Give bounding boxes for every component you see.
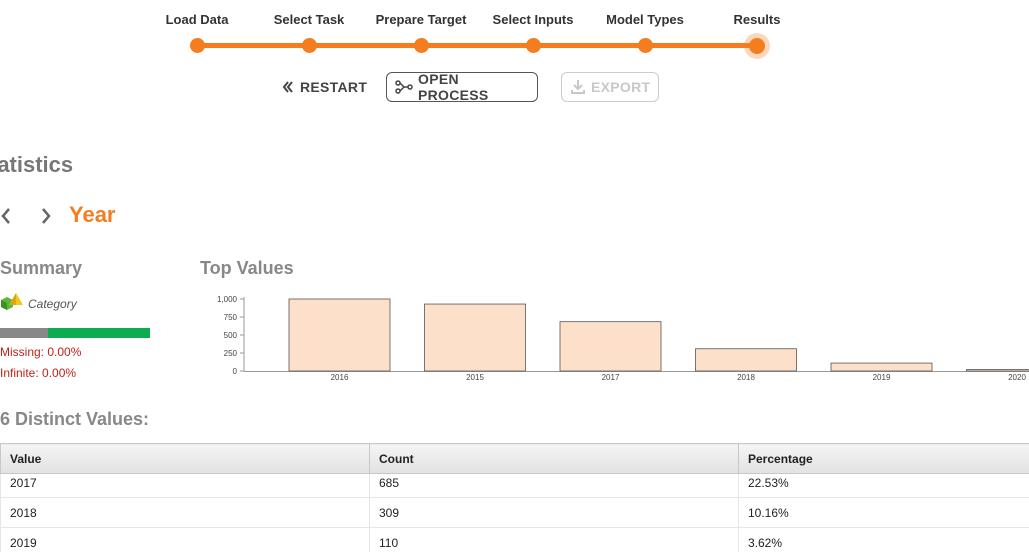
x-tick-label-2020: 2020	[1008, 373, 1026, 382]
top-values-title: Top Values	[200, 258, 294, 278]
infinite-stat: Infinite: 0.00%	[0, 366, 77, 380]
cell-count: 685	[369, 473, 739, 498]
open-process-button[interactable]: OPEN PROCESS	[386, 71, 538, 103]
step-label-select-inputs[interactable]: Select Inputs	[493, 12, 574, 27]
category-label: Category	[28, 297, 77, 311]
open-process-label: OPEN PROCESS	[418, 71, 489, 103]
bar-2017	[559, 321, 662, 372]
table-row[interactable]: 2018 309 10.16%	[0, 497, 1029, 528]
cell-percentage: 3.62%	[738, 527, 1029, 552]
section-title: tatistics	[0, 152, 74, 177]
table-row[interactable]: 2019 110 3.62%	[0, 527, 1029, 552]
cell-percentage: 22.53%	[738, 473, 1029, 498]
distinct-values-title: 6 Distinct Values:	[0, 409, 150, 429]
data-quality-bar	[0, 328, 150, 338]
quality-bar-gray-segment	[0, 328, 48, 338]
cell-count: 110	[369, 527, 739, 552]
step-dot-results-active[interactable]	[749, 38, 765, 54]
y-tick-label: 500	[224, 331, 238, 340]
category-type: Category	[0, 292, 77, 316]
missing-stat: Missing: 0.00%	[0, 345, 82, 359]
table-row[interactable]: 2017 685 22.53%	[0, 473, 1029, 498]
step-label-prepare-target[interactable]: Prepare Target	[376, 12, 467, 27]
y-tick-label: 0	[233, 367, 238, 376]
y-tick-label: 750	[224, 313, 238, 322]
step-dot-select-task[interactable]	[302, 38, 317, 53]
y-tick-label: 250	[224, 349, 238, 358]
restart-label: RESTART	[300, 79, 368, 95]
x-tick-label-2015: 2015	[466, 373, 484, 382]
cell-value: 2019	[0, 527, 370, 552]
bar-2020	[966, 369, 1029, 372]
double-chevron-left-icon	[281, 80, 295, 94]
chevron-right-icon	[42, 208, 51, 224]
step-dot-prepare-target[interactable]	[414, 38, 429, 53]
attribute-name: Year	[69, 202, 116, 227]
wizard-stepper: Load Data Select Task Prepare Target Sel…	[0, 0, 1029, 60]
export-label: EXPORT	[591, 79, 651, 95]
x-tick-label-2016: 2016	[331, 373, 349, 382]
previous-attribute-button[interactable]	[0, 204, 16, 228]
export-button[interactable]: EXPORT	[561, 72, 659, 102]
toolbar: RESTART OPEN PROCESS EXPORT	[0, 71, 1029, 103]
bar-2015	[424, 303, 526, 372]
column-header-percentage[interactable]: Percentage	[738, 443, 1029, 474]
cell-percentage: 10.16%	[738, 497, 1029, 528]
top-values-chart: 1,000 750 500 250 0 2016 2015 2017 2018 2019 2020	[217, 295, 1029, 382]
table-header-row: Value Count Percentage	[0, 443, 1029, 474]
process-icon	[395, 80, 413, 94]
y-tick-label: 1,000	[217, 295, 238, 304]
quality-bar-valid-segment	[48, 328, 150, 338]
step-dot-load-data[interactable]	[190, 38, 205, 53]
summary-title: Summary	[0, 258, 83, 278]
cell-count: 309	[369, 497, 739, 528]
x-tick-label-2019: 2019	[873, 373, 891, 382]
bar-2016	[288, 298, 391, 372]
column-header-count[interactable]: Count	[369, 443, 739, 474]
category-icon	[0, 291, 24, 318]
x-tick-label-2018: 2018	[737, 373, 755, 382]
bar-2019	[830, 362, 933, 372]
step-label-load-data[interactable]: Load Data	[166, 12, 229, 27]
step-label-results[interactable]: Results	[734, 12, 781, 27]
step-dot-select-inputs[interactable]	[526, 38, 541, 53]
cell-value: 2017	[0, 473, 370, 498]
cell-value: 2018	[0, 497, 370, 528]
download-icon	[570, 79, 586, 95]
restart-button[interactable]: RESTART	[272, 72, 377, 102]
distinct-values-table: Value Count Percentage 2017 685 22.53% 2…	[0, 443, 1029, 552]
step-label-model-types[interactable]: Model Types	[606, 12, 684, 27]
next-attribute-button[interactable]	[36, 204, 56, 228]
chevron-left-icon	[1, 208, 10, 224]
step-label-select-task[interactable]: Select Task	[274, 12, 345, 27]
x-tick-label-2017: 2017	[602, 373, 620, 382]
stepper-track	[197, 43, 757, 48]
column-header-value[interactable]: Value	[0, 443, 370, 474]
bar-2018	[695, 348, 797, 372]
step-dot-model-types[interactable]	[638, 38, 653, 53]
